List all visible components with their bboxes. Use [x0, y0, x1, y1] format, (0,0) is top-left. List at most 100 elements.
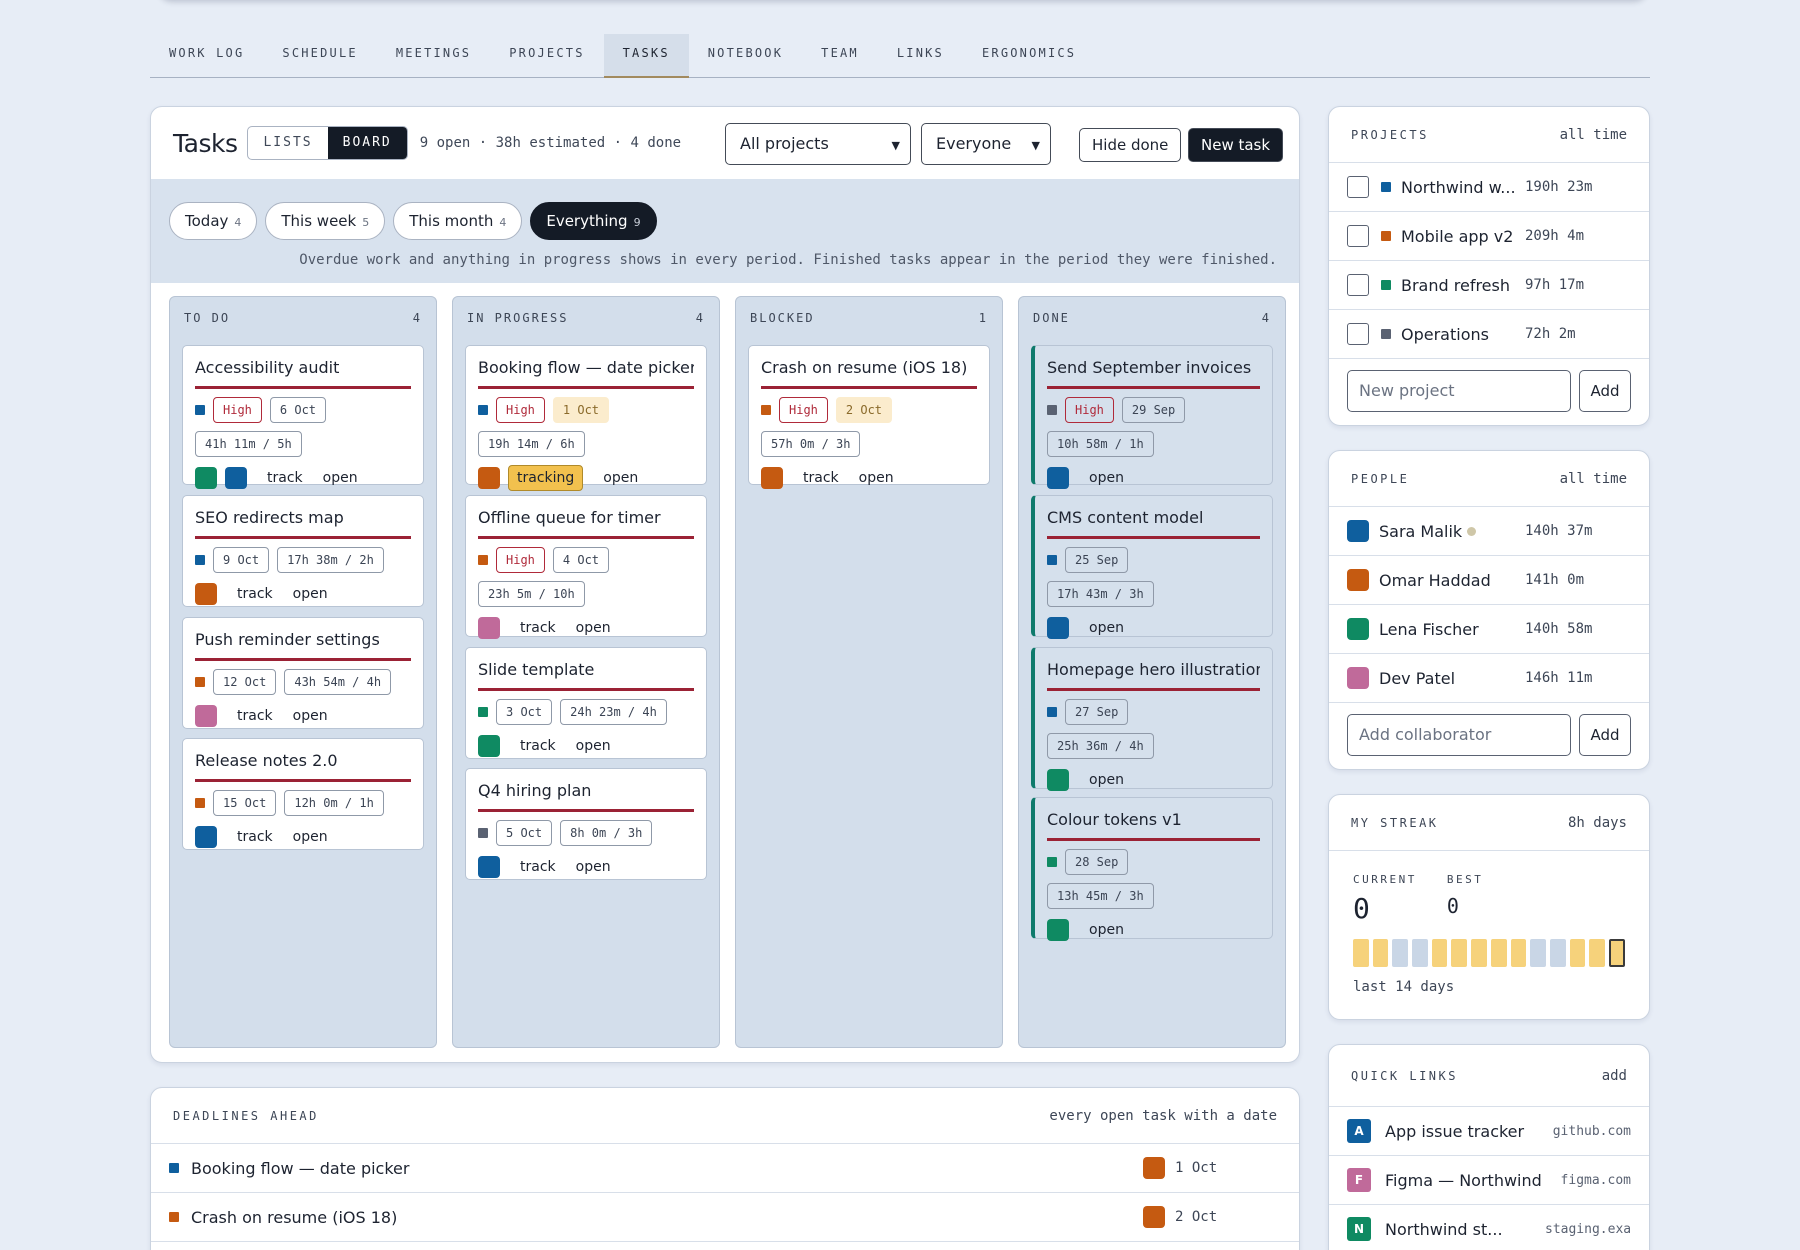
- priority-bar: [195, 658, 411, 661]
- quick-link-name[interactable]: App issue tracker: [1385, 1122, 1545, 1141]
- project-select[interactable]: All projects ▼: [725, 123, 911, 165]
- task-card[interactable]: Slide template 3 Oct 24h 23m / 4h track open: [465, 647, 707, 759]
- period-pill-today[interactable]: Today 4: [169, 202, 258, 240]
- open-task-link[interactable]: open: [1089, 772, 1124, 788]
- open-task-link[interactable]: open: [576, 620, 611, 636]
- priority-badge: High: [213, 397, 262, 423]
- task-card[interactable]: Colour tokens v1 28 Sep 13h 45m / 3h open: [1031, 797, 1273, 941]
- nav-tab-team[interactable]: TEAM: [802, 34, 878, 78]
- track-button[interactable]: track: [520, 859, 556, 875]
- hide-done-button[interactable]: Hide done: [1079, 128, 1182, 162]
- task-title[interactable]: Slide template: [478, 660, 694, 682]
- project-row[interactable]: Mobile app v2 209h 4m: [1329, 212, 1649, 261]
- project-checkbox[interactable]: [1347, 225, 1369, 247]
- project-checkbox[interactable]: [1347, 323, 1369, 345]
- project-row[interactable]: Operations 72h 2m: [1329, 310, 1649, 359]
- task-title[interactable]: Q4 hiring plan: [478, 781, 694, 803]
- deadline-title[interactable]: Crash on resume (iOS 18): [191, 1208, 397, 1227]
- quick-link-row[interactable]: N Northwind st...staging.exa...: [1329, 1205, 1649, 1250]
- track-button[interactable]: track: [520, 738, 556, 754]
- track-button[interactable]: track: [237, 586, 273, 602]
- open-task-link[interactable]: open: [293, 586, 328, 602]
- task-title[interactable]: Colour tokens v1: [1047, 810, 1260, 832]
- project-row[interactable]: Northwind w... 190h 23m: [1329, 163, 1649, 212]
- nav-tab-links[interactable]: LINKS: [878, 34, 963, 78]
- new-task-button[interactable]: New task: [1188, 128, 1284, 162]
- period-pill-this-week[interactable]: This week 5: [265, 202, 386, 240]
- track-button[interactable]: track: [237, 708, 273, 724]
- quick-link-name[interactable]: Northwind st...: [1385, 1220, 1545, 1239]
- period-pill-this-month[interactable]: This month 4: [393, 202, 523, 240]
- task-title[interactable]: Push reminder settings: [195, 630, 411, 652]
- streak-best-label: BEST: [1446, 873, 1484, 886]
- period-pill-everything[interactable]: Everything 9: [530, 202, 657, 240]
- nav-tab-projects[interactable]: PROJECTS: [490, 34, 603, 78]
- open-task-link[interactable]: open: [603, 470, 638, 486]
- task-card[interactable]: Release notes 2.0 15 Oct 12h 0m / 1h track o…: [182, 738, 424, 850]
- nav-tab-notebook[interactable]: NOTEBOOK: [689, 34, 802, 78]
- deadline-title[interactable]: Booking flow — date picker: [191, 1159, 409, 1178]
- task-card[interactable]: Push reminder settings 12 Oct 43h 54m / 4h…: [182, 617, 424, 729]
- open-task-link[interactable]: open: [1089, 620, 1124, 636]
- task-card[interactable]: Send September invoices High 29 Sep 10h 58m…: [1031, 345, 1273, 489]
- track-button[interactable]: track: [803, 470, 839, 486]
- track-button[interactable]: track: [237, 829, 273, 845]
- add-link-button[interactable]: add: [1602, 1068, 1627, 1084]
- open-task-link[interactable]: open: [1089, 470, 1124, 486]
- task-title[interactable]: CMS content model: [1047, 508, 1260, 530]
- people-select[interactable]: Everyone ▼: [921, 123, 1051, 165]
- person-name: Sara Malik: [1379, 521, 1463, 541]
- add-collaborator-input[interactable]: Add collaborator: [1347, 714, 1571, 756]
- nav-tab-schedule[interactable]: SCHEDULE: [263, 34, 376, 78]
- new-project-input[interactable]: New project: [1347, 370, 1571, 412]
- person-row[interactable]: Omar Haddad 141h 0m: [1329, 556, 1649, 605]
- deadline-row[interactable]: Crash on resume (iOS 18) 2 Oct: [151, 1193, 1299, 1242]
- task-title[interactable]: Accessibility audit: [195, 358, 411, 380]
- project-row[interactable]: Brand refresh 97h 17m: [1329, 261, 1649, 310]
- person-row[interactable]: Dev Patel 146h 11m: [1329, 654, 1649, 703]
- task-title[interactable]: Release notes 2.0: [195, 751, 411, 773]
- task-title[interactable]: Booking flow — date picker: [478, 358, 694, 380]
- view-lists-button[interactable]: LISTS: [248, 127, 327, 159]
- task-card[interactable]: Q4 hiring plan 5 Oct 8h 0m / 3h track open: [465, 768, 707, 880]
- open-task-link[interactable]: open: [859, 470, 894, 486]
- deadline-row[interactable]: Booking flow — date picker 1 Oct: [151, 1144, 1299, 1193]
- open-task-link[interactable]: open: [293, 829, 328, 845]
- task-card[interactable]: Booking flow — date picker High 1 Oct 19h 1…: [465, 345, 707, 491]
- quick-link-row[interactable]: A App issue tracker github.com: [1329, 1107, 1649, 1156]
- nav-tab-ergonomics[interactable]: ERGONOMICS: [963, 34, 1095, 78]
- task-title[interactable]: Offline queue for timer: [478, 508, 694, 530]
- task-card[interactable]: CMS content model 25 Sep 17h 43m / 3h open: [1031, 495, 1273, 639]
- task-card[interactable]: SEO redirects map 9 Oct 17h 38m / 2h track o…: [182, 495, 424, 607]
- task-title[interactable]: SEO redirects map: [195, 508, 411, 530]
- track-button[interactable]: track: [267, 470, 303, 486]
- task-card[interactable]: Crash on resume (iOS 18) High 2 Oct 57h 0m …: [748, 345, 990, 489]
- due-date-badge: 12 Oct: [213, 669, 277, 695]
- open-task-link[interactable]: open: [576, 738, 611, 754]
- task-card[interactable]: Accessibility audit High 6 Oct 41h 11m / 5h…: [182, 345, 424, 489]
- task-meta-row: 27 Sep: [1047, 699, 1260, 725]
- open-task-link[interactable]: open: [293, 708, 328, 724]
- view-board-button[interactable]: BOARD: [327, 127, 407, 159]
- task-title[interactable]: Send September invoices: [1047, 358, 1260, 380]
- open-task-link[interactable]: open: [323, 470, 358, 486]
- quick-link-name[interactable]: Figma — Northwind: [1385, 1171, 1545, 1190]
- task-card[interactable]: Offline queue for timer High 4 Oct 23h 5m /…: [465, 495, 707, 639]
- open-task-link[interactable]: open: [576, 859, 611, 875]
- add-project-button[interactable]: Add: [1579, 370, 1631, 412]
- task-card[interactable]: Homepage hero illustration 27 Sep 25h 36m …: [1031, 647, 1273, 791]
- tracking-button[interactable]: tracking: [508, 465, 584, 491]
- project-checkbox[interactable]: [1347, 274, 1369, 296]
- nav-tab-work-log[interactable]: WORK LOG: [150, 34, 263, 78]
- task-title[interactable]: Homepage hero illustration: [1047, 660, 1260, 682]
- person-row[interactable]: Sara Malik 140h 37m: [1329, 507, 1649, 556]
- add-collaborator-button[interactable]: Add: [1579, 714, 1631, 756]
- project-checkbox[interactable]: [1347, 176, 1369, 198]
- track-button[interactable]: track: [520, 620, 556, 636]
- task-title[interactable]: Crash on resume (iOS 18): [761, 358, 977, 380]
- nav-tab-tasks[interactable]: TASKS: [603, 34, 689, 78]
- nav-tab-meetings[interactable]: MEETINGS: [377, 34, 490, 78]
- person-row[interactable]: Lena Fischer 140h 58m: [1329, 605, 1649, 654]
- open-task-link[interactable]: open: [1089, 922, 1124, 938]
- quick-link-row[interactable]: F Figma — Northwind figma.com: [1329, 1156, 1649, 1205]
